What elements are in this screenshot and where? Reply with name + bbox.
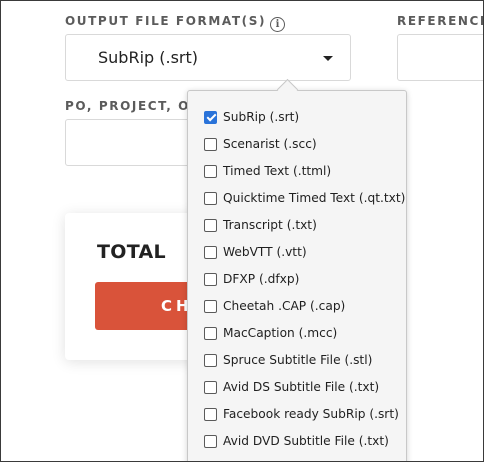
page-frame: OUTPUT FILE FORMAT(S) i REFERENCE SubRip … xyxy=(0,0,484,462)
format-dropdown-menu: SubRip (.srt) Scenarist (.scc) Timed Text … xyxy=(187,90,407,461)
checkbox-icon[interactable] xyxy=(204,326,217,340)
format-option[interactable]: Quicktime Timed Text (.qt.txt) xyxy=(204,188,405,208)
checkbox-icon[interactable] xyxy=(204,272,217,286)
format-option-label: Scenarist (.scc) xyxy=(223,137,317,151)
checkbox-icon[interactable] xyxy=(204,191,217,205)
format-option-label: Avid DVD Subtitle File (.txt) xyxy=(223,434,389,448)
checkbox-icon[interactable] xyxy=(204,380,217,394)
format-option[interactable]: Scenarist (.scc) xyxy=(204,134,317,154)
checkbox-icon[interactable] xyxy=(204,218,217,232)
format-option[interactable]: Facebook ready SubRip (.srt) xyxy=(204,404,399,424)
checkbox-icon[interactable] xyxy=(204,353,217,367)
info-icon[interactable]: i xyxy=(270,17,286,32)
format-option-label: Spruce Subtitle File (.stl) xyxy=(223,353,373,367)
selected-format-value: SubRip (.srt) xyxy=(98,48,199,67)
format-option-label: WebVTT (.vtt) xyxy=(223,245,307,259)
total-label: TOTAL xyxy=(97,241,166,263)
checkbox-checked-icon[interactable] xyxy=(204,110,217,124)
reference-input[interactable] xyxy=(397,34,483,81)
format-option-label: Timed Text (.ttml) xyxy=(223,164,332,178)
reference-label: REFERENCE xyxy=(397,14,484,28)
output-format-label: OUTPUT FILE FORMAT(S) i xyxy=(65,14,286,32)
checkbox-icon[interactable] xyxy=(204,434,217,448)
output-format-select[interactable]: SubRip (.srt) xyxy=(65,34,351,81)
format-option[interactable]: Cheetah .CAP (.cap) xyxy=(204,296,345,316)
format-option[interactable]: Spruce Subtitle File (.stl) xyxy=(204,350,372,370)
format-option[interactable]: WebVTT (.vtt) xyxy=(204,242,307,262)
format-option[interactable]: DFXP (.dfxp) xyxy=(204,269,299,289)
format-option-label: MacCaption (.mcc) xyxy=(223,326,338,340)
checkbox-icon[interactable] xyxy=(204,299,217,313)
format-option-label: DFXP (.dfxp) xyxy=(223,272,300,286)
format-option[interactable]: Avid DVD Subtitle File (.txt) xyxy=(204,431,389,451)
checkbox-icon[interactable] xyxy=(204,245,217,259)
po-project-input[interactable] xyxy=(65,119,205,166)
format-option[interactable]: Timed Text (.ttml) xyxy=(204,161,331,181)
format-option-label: SubRip (.srt) xyxy=(223,110,300,124)
format-option[interactable]: SubRip (.srt) xyxy=(204,107,299,127)
po-project-label: PO, PROJECT, OR xyxy=(65,99,201,113)
format-option-label: Quicktime Timed Text (.qt.txt) xyxy=(223,191,406,205)
format-option[interactable]: MacCaption (.mcc) xyxy=(204,323,337,343)
checkbox-icon[interactable] xyxy=(204,407,217,421)
format-option[interactable]: Transcript (.txt) xyxy=(204,215,317,235)
format-option-label: Transcript (.txt) xyxy=(223,218,317,232)
output-format-label-text: OUTPUT FILE FORMAT(S) xyxy=(65,14,267,28)
format-option[interactable]: Avid DS Subtitle File (.txt) xyxy=(204,377,379,397)
checkbox-icon[interactable] xyxy=(204,137,217,151)
format-option-label: Facebook ready SubRip (.srt) xyxy=(223,407,399,421)
checkbox-icon[interactable] xyxy=(204,164,217,178)
chevron-down-icon xyxy=(323,56,333,61)
format-option-label: Avid DS Subtitle File (.txt) xyxy=(223,380,380,394)
format-option-label: Cheetah .CAP (.cap) xyxy=(223,299,346,313)
